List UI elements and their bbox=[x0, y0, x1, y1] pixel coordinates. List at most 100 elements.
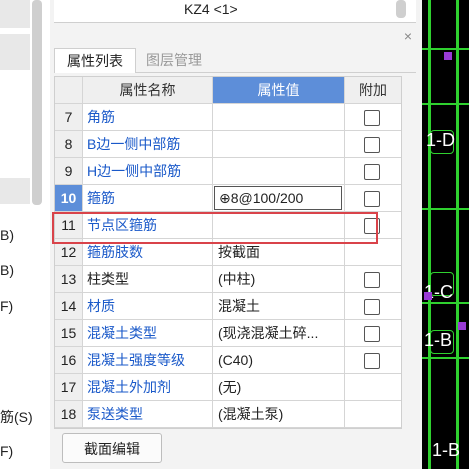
property-value[interactable] bbox=[213, 104, 345, 130]
extra-checkbox[interactable] bbox=[364, 272, 380, 288]
sidebar-item[interactable]: F) bbox=[0, 298, 13, 314]
panel-tabs: 属性列表 图层管理 bbox=[54, 46, 416, 73]
property-name[interactable]: 混凝土类型 bbox=[83, 320, 213, 346]
extra-checkbox[interactable] bbox=[364, 191, 380, 207]
table-row[interactable]: 17 混凝土外加剂 (无) bbox=[55, 374, 401, 401]
axis-label: 1-D bbox=[426, 130, 456, 150]
extra-cell bbox=[345, 347, 401, 373]
property-name[interactable]: 混凝土强度等级 bbox=[83, 347, 213, 373]
extra-checkbox[interactable] bbox=[364, 137, 380, 153]
axis-label: 1-B bbox=[432, 440, 461, 460]
sidebar-item[interactable]: B) bbox=[0, 262, 14, 278]
panel-titlebar: × bbox=[54, 28, 416, 46]
property-name[interactable]: B边一侧中部筋 bbox=[83, 131, 213, 157]
row-number: 17 bbox=[55, 374, 83, 400]
table-row[interactable]: 12 箍筋肢数 按截面 bbox=[55, 239, 401, 266]
column-marker bbox=[458, 322, 466, 330]
row-number: 7 bbox=[55, 104, 83, 130]
table-row[interactable]: 18 泵送类型 (混凝土泵) bbox=[55, 401, 401, 428]
table-row[interactable]: 15 混凝土类型 (现浇混凝土碎... bbox=[55, 320, 401, 347]
table-row[interactable]: 11 节点区箍筋 bbox=[55, 212, 401, 239]
extra-checkbox[interactable] bbox=[364, 110, 380, 126]
tab-layer-manager[interactable]: 图层管理 bbox=[142, 48, 228, 72]
property-value[interactable]: (中柱) bbox=[213, 266, 345, 292]
property-value[interactable] bbox=[213, 131, 345, 157]
property-value[interactable]: 按截面 bbox=[213, 239, 345, 265]
extra-cell bbox=[345, 158, 401, 184]
property-value[interactable]: (无) bbox=[213, 374, 345, 400]
axis-line bbox=[422, 208, 469, 210]
extra-checkbox[interactable] bbox=[364, 218, 380, 234]
extra-checkbox[interactable] bbox=[364, 353, 380, 369]
row-number: 14 bbox=[55, 293, 83, 319]
component-list-scrollbar[interactable] bbox=[396, 0, 406, 18]
sidebar-item[interactable]: B) bbox=[0, 227, 14, 243]
property-value[interactable]: (现浇混凝土碎... bbox=[213, 320, 345, 346]
sidebar-block bbox=[0, 34, 30, 70]
sidebar-scrollbar[interactable] bbox=[32, 0, 42, 205]
property-value[interactable] bbox=[213, 212, 345, 238]
property-name[interactable]: 箍筋肢数 bbox=[83, 239, 213, 265]
close-icon[interactable]: × bbox=[404, 28, 412, 44]
extra-cell bbox=[345, 239, 401, 265]
extra-cell bbox=[345, 185, 401, 211]
axis-line bbox=[422, 103, 469, 105]
property-value-input[interactable]: ⊕8@100/200 bbox=[214, 186, 342, 210]
row-number: 11 bbox=[55, 212, 83, 238]
table-row[interactable]: 7 角筋 bbox=[55, 104, 401, 131]
extra-checkbox[interactable] bbox=[364, 164, 380, 180]
extra-cell bbox=[345, 104, 401, 130]
left-sidebar: B) B) F) 筋(S) F) bbox=[0, 0, 51, 469]
extra-checkbox[interactable] bbox=[364, 326, 380, 342]
axis-label: 1-B bbox=[424, 330, 453, 350]
axis-line bbox=[422, 357, 469, 359]
table-row[interactable]: 8 B边一侧中部筋 bbox=[55, 131, 401, 158]
header-num bbox=[55, 77, 83, 103]
column-marker bbox=[424, 292, 432, 300]
extra-cell bbox=[345, 266, 401, 292]
property-name[interactable]: 泵送类型 bbox=[83, 401, 213, 427]
table-row[interactable]: 14 材质 混凝土 bbox=[55, 293, 401, 320]
table-row[interactable]: 10 箍筋 ⊕8@100/200 bbox=[55, 185, 401, 212]
header-value: 属性值 bbox=[213, 77, 345, 103]
sidebar-item[interactable]: F) bbox=[0, 443, 13, 459]
row-number: 10 bbox=[55, 185, 83, 211]
property-name[interactable]: 节点区箍筋 bbox=[83, 212, 213, 238]
component-title[interactable]: KZ4 <1> bbox=[184, 1, 238, 17]
extra-cell bbox=[345, 320, 401, 346]
row-number: 16 bbox=[55, 347, 83, 373]
property-name[interactable]: 箍筋 bbox=[83, 185, 213, 211]
row-number: 9 bbox=[55, 158, 83, 184]
property-name[interactable]: 柱类型 bbox=[83, 266, 213, 292]
property-name[interactable]: H边一侧中部筋 bbox=[83, 158, 213, 184]
property-value[interactable]: ⊕8@100/200 bbox=[213, 185, 345, 211]
table-row[interactable]: 16 混凝土强度等级 (C40) bbox=[55, 347, 401, 374]
axis-line bbox=[428, 0, 431, 469]
extra-cell bbox=[345, 401, 401, 427]
property-name[interactable]: 材质 bbox=[83, 293, 213, 319]
header-extra: 附加 bbox=[345, 77, 401, 103]
axis-line bbox=[422, 48, 469, 50]
cad-canvas[interactable]: 1-D 1-C 1-B 1-B bbox=[422, 0, 469, 469]
extra-cell bbox=[345, 293, 401, 319]
sidebar-block bbox=[0, 178, 30, 204]
tab-property-list[interactable]: 属性列表 bbox=[54, 48, 136, 73]
property-value[interactable] bbox=[213, 158, 345, 184]
row-number: 8 bbox=[55, 131, 83, 157]
extra-checkbox[interactable] bbox=[364, 299, 380, 315]
row-number: 18 bbox=[55, 401, 83, 427]
table-row[interactable]: 9 H边一侧中部筋 bbox=[55, 158, 401, 185]
property-name[interactable]: 混凝土外加剂 bbox=[83, 374, 213, 400]
extra-cell bbox=[345, 212, 401, 238]
property-value[interactable]: (C40) bbox=[213, 347, 345, 373]
row-number: 13 bbox=[55, 266, 83, 292]
extra-cell bbox=[345, 374, 401, 400]
component-list: KZ4 <1> bbox=[54, 0, 416, 23]
sidebar-item[interactable]: 筋(S) bbox=[0, 407, 33, 427]
column-marker bbox=[444, 52, 452, 60]
section-edit-button[interactable]: 截面编辑 bbox=[62, 433, 162, 463]
property-value[interactable]: 混凝土 bbox=[213, 293, 345, 319]
property-name[interactable]: 角筋 bbox=[83, 104, 213, 130]
property-value[interactable]: (混凝土泵) bbox=[213, 401, 345, 427]
table-row[interactable]: 13 柱类型 (中柱) bbox=[55, 266, 401, 293]
